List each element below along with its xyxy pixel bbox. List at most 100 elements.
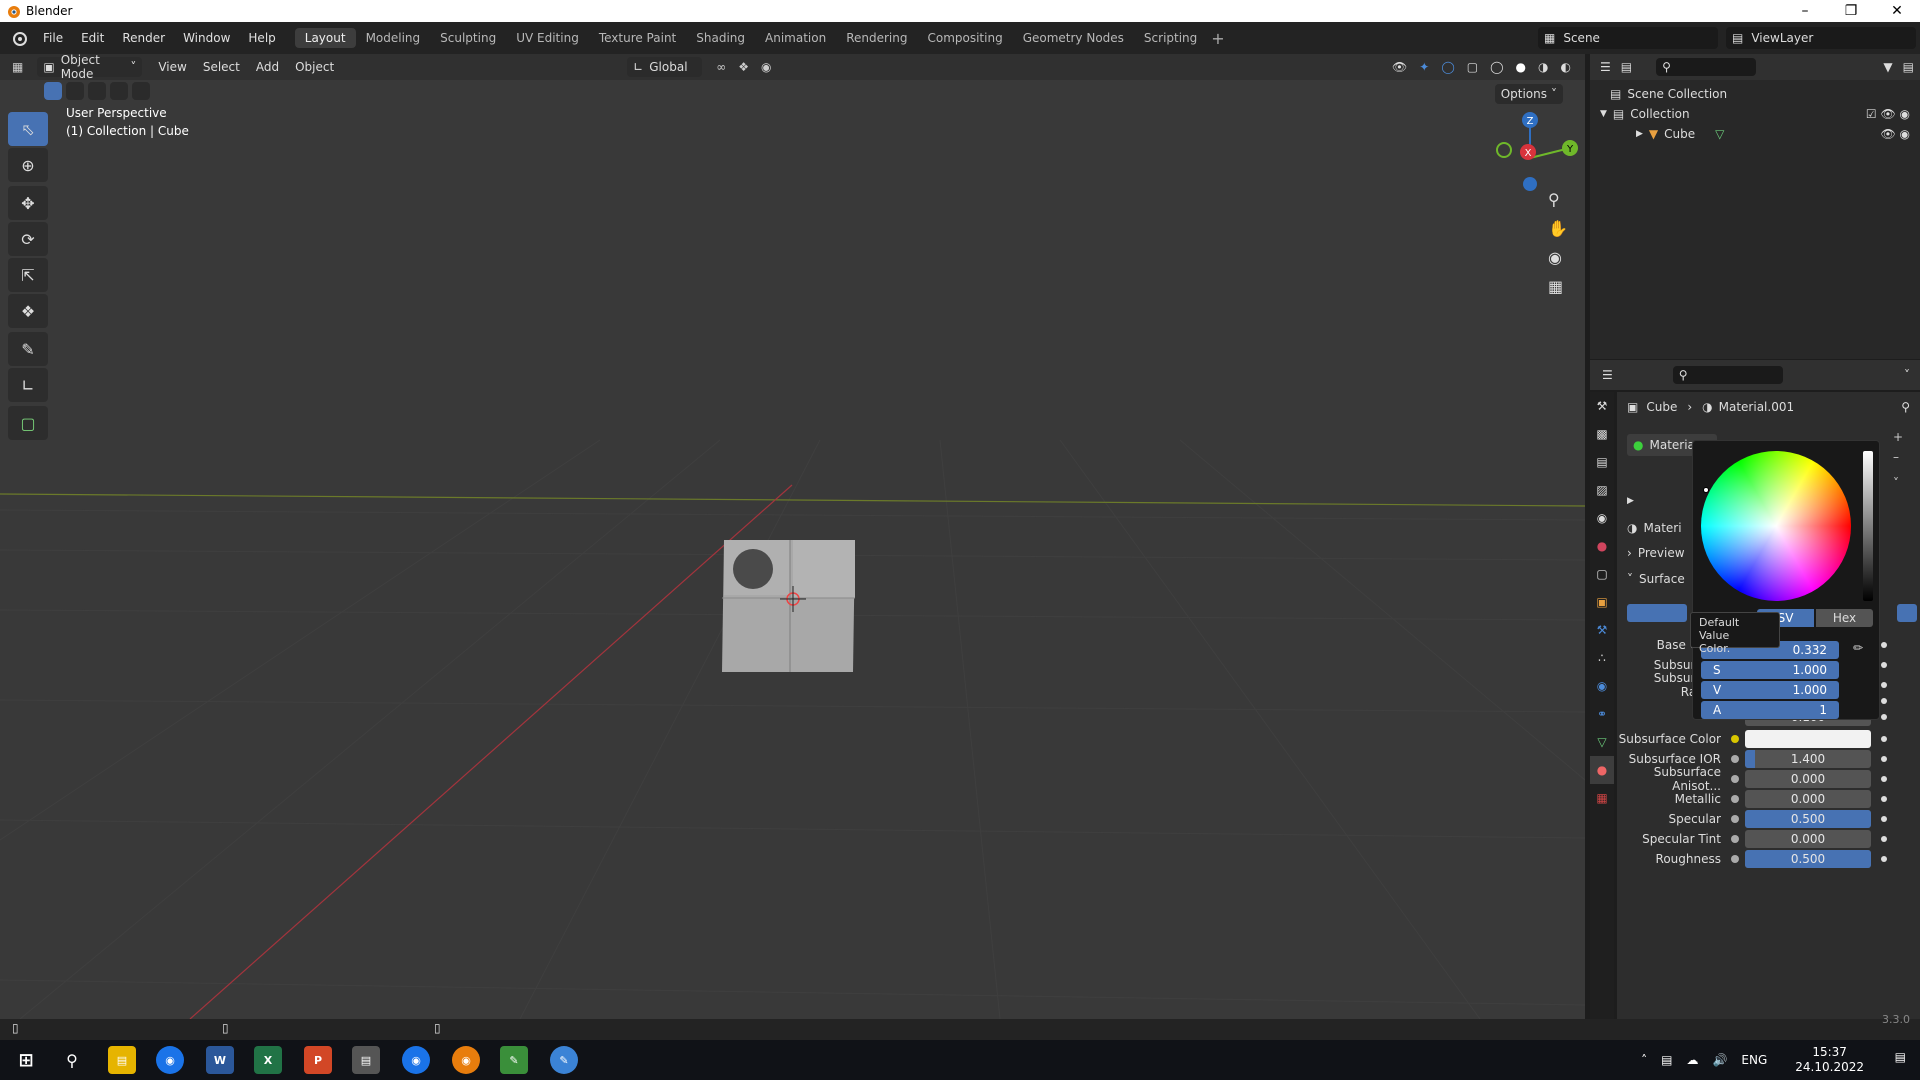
- chrome-icon-2[interactable]: ◉: [402, 1046, 430, 1074]
- tab-sculpting[interactable]: Sculpting: [430, 28, 506, 48]
- viewlayer-selector[interactable]: ▤ ViewLayer: [1726, 27, 1916, 49]
- viewport-menu-select[interactable]: Select: [195, 60, 248, 74]
- document-app-icon[interactable]: ▤: [352, 1046, 380, 1074]
- visibility-icon[interactable]: 👁: [1392, 60, 1407, 74]
- remove-slot-icon[interactable]: –: [1893, 450, 1903, 464]
- grid-perspective-icon[interactable]: ▦: [1548, 277, 1568, 296]
- surface-panel-header[interactable]: ˅ Surface: [1627, 572, 1685, 586]
- render-tab-icon[interactable]: ▩: [1590, 420, 1614, 448]
- value-slider[interactable]: 0.500: [1745, 810, 1871, 828]
- color-picker-popup[interactable]: SV Hex 0.332 ✏ S 1.000 V 1.000 A1: [1692, 440, 1880, 720]
- value-slider[interactable]: 0.500: [1745, 850, 1871, 868]
- new-collection-icon[interactable]: ▤: [1903, 60, 1914, 74]
- tab-geometry-nodes[interactable]: Geometry Nodes: [1013, 28, 1134, 48]
- tab-modeling[interactable]: Modeling: [356, 28, 431, 48]
- select-box-tool[interactable]: ⬁: [8, 112, 48, 146]
- rotate-tool[interactable]: ⟳: [8, 222, 48, 256]
- filter-icon[interactable]: ▼: [1883, 60, 1892, 74]
- collection-visibility-icons[interactable]: ☑ 👁 ◉: [1866, 107, 1910, 121]
- properties-search-input[interactable]: ⚲: [1672, 366, 1783, 384]
- animate-dot-icon[interactable]: [1881, 756, 1887, 762]
- tab-animation[interactable]: Animation: [755, 28, 836, 48]
- file-explorer-icon[interactable]: ▤: [108, 1046, 136, 1074]
- excel-icon[interactable]: X: [254, 1046, 282, 1074]
- menu-help[interactable]: Help: [239, 31, 284, 45]
- socket-dot-icon[interactable]: [1731, 755, 1739, 763]
- cube-visibility-icons[interactable]: 👁 ◉: [1880, 127, 1910, 141]
- notepad-icon[interactable]: ✎: [500, 1046, 528, 1074]
- chevron-up-icon[interactable]: ˄: [1641, 1053, 1647, 1067]
- animate-dot-icon[interactable]: [1881, 776, 1887, 782]
- saturation-field[interactable]: S 1.000: [1701, 661, 1839, 679]
- gizmo-toggle-icon[interactable]: ✦: [1419, 60, 1429, 74]
- properties-editor-icon[interactable]: ☰: [1602, 368, 1613, 382]
- minimize-button[interactable]: –: [1782, 0, 1828, 22]
- scale-tool[interactable]: ⇱: [8, 258, 48, 292]
- socket-dot-icon[interactable]: [1731, 835, 1739, 843]
- collection-tab-icon[interactable]: ▢: [1590, 560, 1614, 588]
- chevron-down-icon[interactable]: ˅: [1904, 368, 1910, 382]
- data-tab-icon[interactable]: ▽: [1590, 728, 1614, 756]
- value-slider[interactable]: 1.400: [1745, 750, 1871, 768]
- animate-dot-icon[interactable]: [1881, 682, 1887, 688]
- animate-dot-icon[interactable]: [1881, 736, 1887, 742]
- tab-hex[interactable]: Hex: [1816, 609, 1873, 627]
- add-slot-icon[interactable]: +: [1893, 430, 1903, 444]
- tab-shading[interactable]: Shading: [686, 28, 755, 48]
- measure-tool[interactable]: ∟: [8, 368, 48, 402]
- animate-dot-icon[interactable]: [1881, 836, 1887, 842]
- expand-arrow-icon[interactable]: ▼: [1600, 109, 1607, 119]
- animate-dot-icon[interactable]: [1881, 662, 1887, 668]
- pivot-icon[interactable]: ∞: [716, 60, 726, 74]
- animate-dot-icon[interactable]: [1881, 856, 1887, 862]
- view-layer-tab-icon[interactable]: ▨: [1590, 476, 1614, 504]
- zoom-icon[interactable]: ⚲: [1548, 190, 1568, 209]
- object-tab-icon[interactable]: ▣: [1590, 588, 1614, 616]
- viewport-menu-add[interactable]: Add: [248, 60, 287, 74]
- camera-icon[interactable]: ◉: [1548, 248, 1568, 267]
- material-shading-icon[interactable]: ◑: [1538, 60, 1548, 74]
- 3d-viewport[interactable]: ▦ ▣ Object Mode ˅ View Select Add Object ∟ …: [0, 54, 1585, 1019]
- tab-scripting[interactable]: Scripting: [1134, 28, 1207, 48]
- socket-dot-icon[interactable]: [1731, 775, 1739, 783]
- network-icon[interactable]: ▤: [1661, 1053, 1672, 1067]
- rendered-shading-icon[interactable]: ◐: [1561, 60, 1571, 74]
- wireframe-shading-icon[interactable]: ◯: [1490, 60, 1503, 74]
- notification-icon[interactable]: ▤: [1895, 1050, 1906, 1064]
- animate-dot-icon[interactable]: [1881, 816, 1887, 822]
- close-button[interactable]: ✕: [1874, 0, 1920, 22]
- word-icon[interactable]: W: [206, 1046, 234, 1074]
- viewport-menu-object[interactable]: Object: [287, 60, 342, 74]
- outliner-row-cube[interactable]: ▶ ▼ Cube ▽ 👁 ◉: [1590, 124, 1920, 144]
- cloud-icon[interactable]: ☁: [1686, 1053, 1698, 1067]
- socket-dot-icon[interactable]: [1731, 735, 1739, 743]
- annotate-tool[interactable]: ✎: [8, 332, 48, 366]
- restore-button[interactable]: ❐: [1828, 0, 1874, 22]
- chrome-icon[interactable]: ◉: [156, 1046, 184, 1074]
- value-slider[interactable]: 0.000: [1745, 770, 1871, 788]
- eyedropper-icon[interactable]: ✏: [1853, 641, 1863, 655]
- clock[interactable]: 15:37 24.10.2022: [1795, 1045, 1864, 1075]
- surface-shader-button[interactable]: [1627, 604, 1687, 622]
- value-slider[interactable]: 0.000: [1745, 830, 1871, 848]
- preview-panel-header[interactable]: › Preview: [1627, 546, 1685, 560]
- slot-specials-icon[interactable]: ˅: [1893, 476, 1903, 490]
- add-cube-tool[interactable]: ▢: [8, 406, 48, 440]
- paint-icon[interactable]: ✎: [550, 1046, 578, 1074]
- move-tool[interactable]: ✥: [8, 186, 48, 220]
- socket-dot-icon[interactable]: [1731, 795, 1739, 803]
- xray-icon[interactable]: ▢: [1467, 60, 1478, 74]
- animate-dot-icon[interactable]: [1881, 642, 1887, 648]
- physics-tab-icon[interactable]: ◉: [1590, 672, 1614, 700]
- expand-arrow-icon[interactable]: ▶: [1627, 496, 1634, 506]
- animate-dot-icon[interactable]: [1881, 796, 1887, 802]
- expand-arrow-icon[interactable]: ▶: [1636, 129, 1643, 139]
- proportional-edit-icon[interactable]: ◉: [761, 60, 771, 74]
- alpha-field[interactable]: A1: [1701, 701, 1839, 719]
- volume-icon[interactable]: 🔊: [1712, 1053, 1727, 1067]
- outliner-row-scene-collection[interactable]: ▤ Scene Collection: [1590, 84, 1920, 104]
- constraints-tab-icon[interactable]: ⚭: [1590, 700, 1614, 728]
- world-tab-icon[interactable]: ●: [1590, 532, 1614, 560]
- hand-pan-icon[interactable]: ✋: [1548, 219, 1568, 238]
- tab-uv-editing[interactable]: UV Editing: [506, 28, 589, 48]
